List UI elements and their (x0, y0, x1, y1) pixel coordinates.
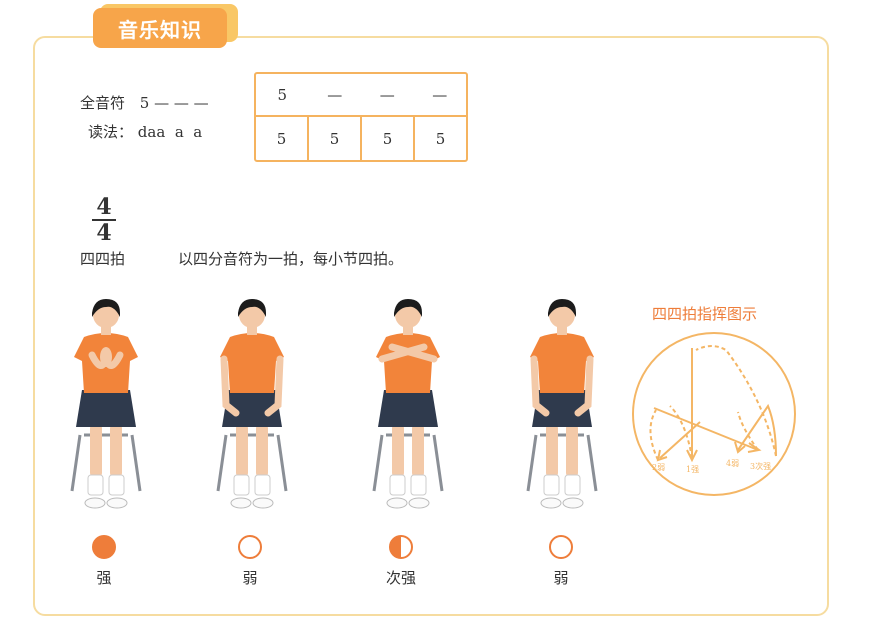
note-cell: 5 (307, 117, 360, 160)
note-table: 5 — — — 5 5 5 5 (254, 72, 468, 162)
header-tab: 音乐知识 (93, 8, 227, 48)
whole-note-label: 全音符 (80, 94, 126, 112)
reading-row: 读法： daa a a (88, 121, 202, 142)
note-cell: — (327, 85, 343, 104)
note-table-top-row: 5 — — — (256, 74, 466, 117)
reading-value: daa a a (137, 123, 203, 141)
beat-circle-weak (549, 535, 573, 559)
meter-description: 以四分音符为一拍，每小节四拍。 (178, 250, 404, 268)
meter-name: 四四拍 (80, 250, 126, 268)
child-figure-strong (70, 299, 142, 509)
note-table-bottom-row: 5 5 5 5 (256, 117, 466, 160)
beat-label: 弱 (242, 569, 258, 587)
note-cell: 5 (413, 117, 466, 160)
note-cell: 5 (276, 129, 287, 148)
child-figure-weak-1 (216, 299, 288, 509)
whole-note-row: 全音符 5 — — — (80, 92, 209, 113)
beat-label: 次强 (385, 569, 416, 587)
note-cell: 5 (277, 85, 288, 104)
conducting-diagram: 2弱 1强 4弱 3次强 (632, 332, 796, 496)
note-cell: 5 (360, 117, 413, 160)
conducting-label: 2弱 (652, 463, 665, 472)
conducting-label: 4弱 (726, 459, 739, 468)
time-signature: 4 4 (90, 194, 118, 246)
note-cell: — (379, 85, 395, 104)
beat-label: 强 (96, 569, 112, 587)
whole-note-notation: 5 — — — (139, 94, 209, 112)
child-figure-weak-2 (526, 299, 598, 509)
time-signature-numerator: 4 (96, 194, 112, 220)
beat-circle-strong (92, 535, 116, 559)
beat-label: 弱 (553, 569, 569, 587)
reading-label: 读法： (88, 123, 134, 141)
beat-circle-medium (389, 535, 413, 559)
conducting-title: 四四拍指挥图示 (652, 305, 758, 323)
time-signature-denominator: 4 (96, 220, 112, 246)
conducting-label: 3次强 (750, 461, 771, 471)
note-cell: — (432, 85, 448, 104)
header-title: 音乐知识 (118, 17, 202, 42)
conducting-label: 1强 (686, 465, 699, 474)
child-figure-medium (372, 299, 444, 509)
beat-circle-weak (238, 535, 262, 559)
